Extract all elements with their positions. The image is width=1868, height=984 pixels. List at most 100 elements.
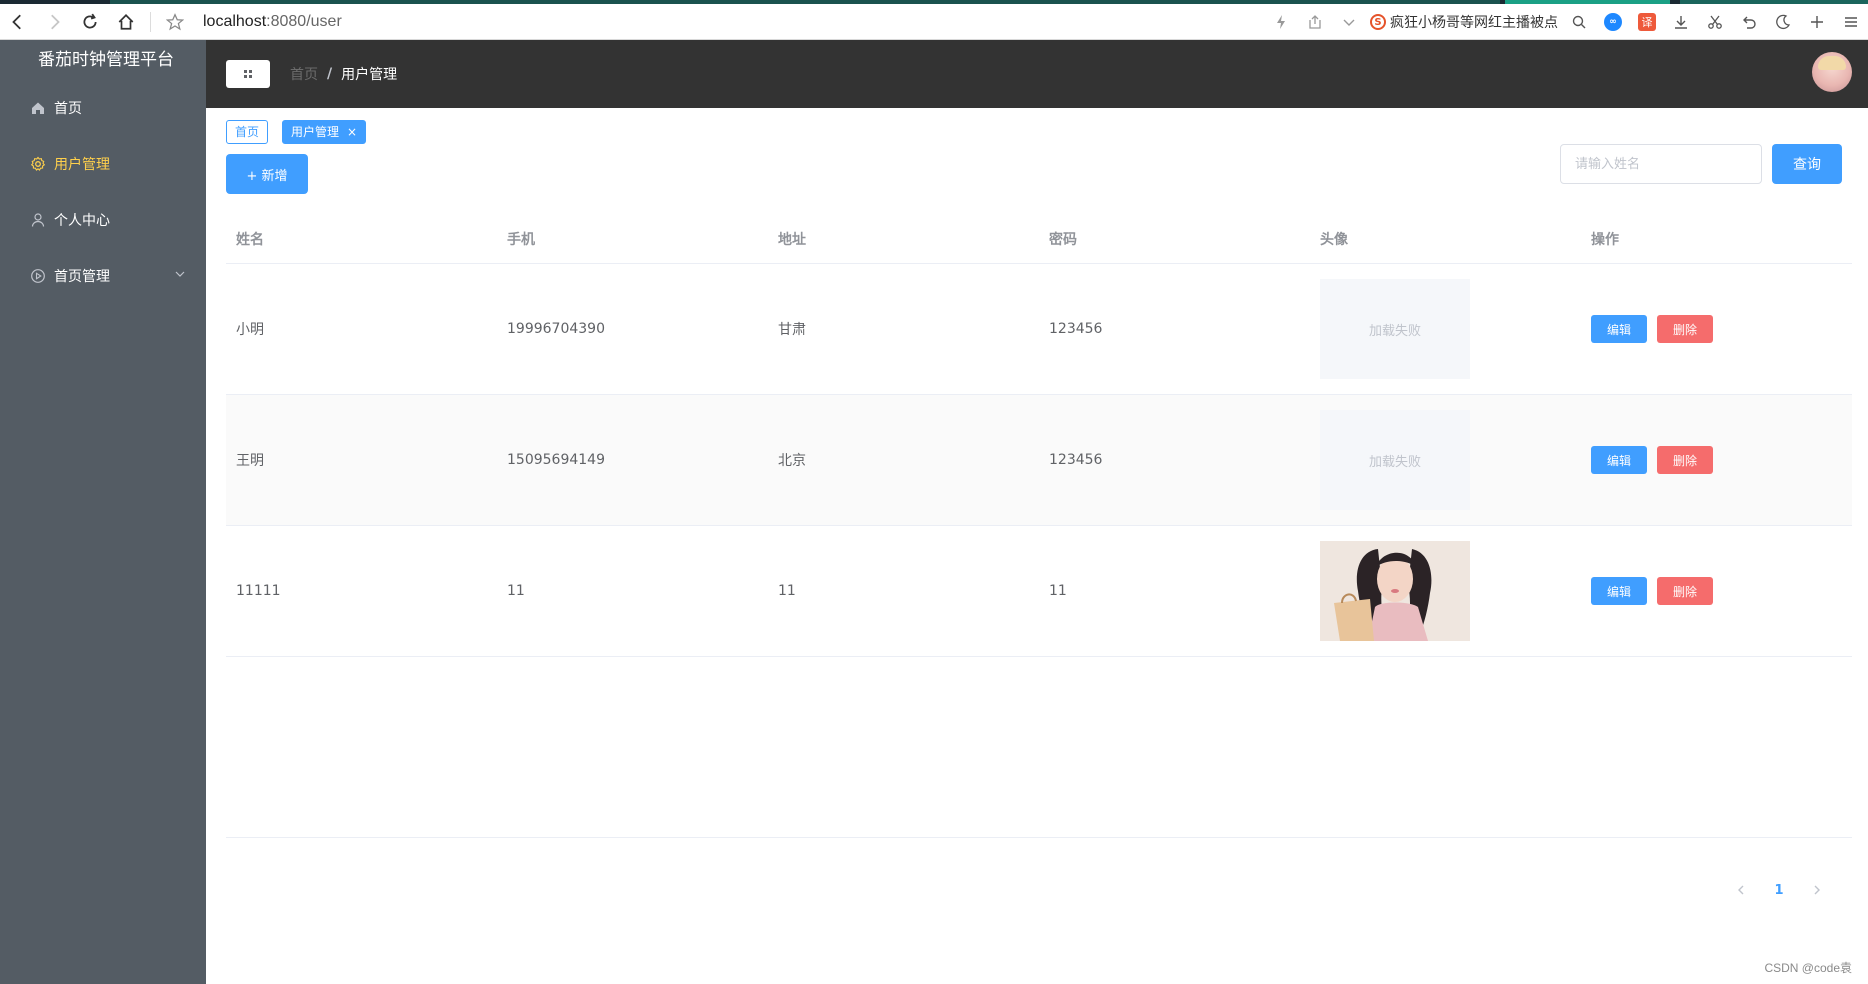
cell-address: 北京 bbox=[778, 453, 806, 469]
table-row: 王明 15095694149 北京 123456 加载失败 编辑 删除 bbox=[226, 395, 1852, 526]
sidebar: 番茄时钟管理平台 首页 用户管理 个人中心 首页管理 bbox=[0, 40, 206, 984]
sidebar-item-label: 个人中心 bbox=[54, 213, 110, 229]
tag-user-management[interactable]: 用户管理 × bbox=[282, 120, 367, 144]
home-icon[interactable] bbox=[108, 4, 144, 40]
play-circle-icon bbox=[30, 268, 46, 284]
cell-name: 王明 bbox=[236, 453, 264, 469]
delete-button[interactable]: 删除 bbox=[1657, 577, 1713, 605]
watermark: CSDN @code袁 bbox=[1764, 961, 1852, 975]
next-page-icon[interactable] bbox=[1798, 876, 1836, 904]
browser-right-tools: S 疯狂小杨哥等网红主播被点 ∞ 译 bbox=[1264, 4, 1868, 40]
column-header-phone: 手机 bbox=[507, 231, 535, 248]
column-header-avatar: 头像 bbox=[1320, 231, 1348, 248]
tag-home-label: 首页 bbox=[235, 125, 260, 139]
tag-home[interactable]: 首页 bbox=[226, 120, 269, 144]
user-table: 姓名 手机 地址 密码 头像 操作 小明 19996704390 甘肃 1234… bbox=[226, 214, 1852, 657]
table-bottom-border bbox=[226, 837, 1852, 838]
cell-avatar bbox=[1310, 541, 1581, 641]
address-bar[interactable]: localhost:8080/user bbox=[203, 13, 342, 31]
reload-icon[interactable] bbox=[72, 4, 108, 40]
tags-view: 首页 用户管理 × bbox=[226, 120, 367, 144]
user-icon bbox=[30, 212, 46, 228]
gear-icon bbox=[30, 156, 46, 172]
url-host: localhost bbox=[203, 12, 267, 30]
extension-infinity-icon[interactable]: ∞ bbox=[1596, 4, 1630, 40]
lightning-icon[interactable] bbox=[1264, 4, 1298, 40]
column-header-actions: 操作 bbox=[1591, 231, 1619, 248]
cell-password: 123456 bbox=[1049, 452, 1103, 468]
avatar-load-failed: 加载失败 bbox=[1320, 279, 1470, 379]
cell-phone: 15095694149 bbox=[507, 452, 605, 468]
cell-avatar: 加载失败 bbox=[1310, 279, 1581, 379]
edit-button[interactable]: 编辑 bbox=[1591, 446, 1647, 474]
add-button[interactable]: + 新增 bbox=[226, 154, 308, 194]
avatar[interactable] bbox=[1812, 52, 1852, 92]
grid-icon bbox=[244, 70, 252, 78]
moon-icon[interactable] bbox=[1766, 4, 1800, 40]
cell-password: 11 bbox=[1049, 583, 1067, 599]
sidebar-item-label: 用户管理 bbox=[54, 157, 110, 173]
search-snippet-text: 疯狂小杨哥等网红主播被点 bbox=[1390, 15, 1558, 31]
breadcrumb: 首页 / 用户管理 bbox=[290, 64, 397, 84]
cell-name: 小明 bbox=[236, 322, 264, 338]
query-button[interactable]: 查询 bbox=[1772, 144, 1842, 184]
page-number[interactable]: 1 bbox=[1760, 876, 1798, 904]
infinity-glyph: ∞ bbox=[1604, 13, 1622, 31]
delete-button[interactable]: 删除 bbox=[1657, 446, 1713, 474]
cell-avatar: 加载失败 bbox=[1310, 410, 1581, 510]
cell-phone: 11 bbox=[507, 583, 525, 599]
star-icon[interactable] bbox=[157, 4, 193, 40]
url-path: :8080/user bbox=[266, 12, 342, 30]
tag-current-label: 用户管理 bbox=[291, 125, 340, 139]
cell-address: 甘肃 bbox=[778, 322, 806, 338]
table-row: 11111 11 11 11 编辑 删除 bbox=[226, 526, 1852, 657]
sidebar-item-label: 首页管理 bbox=[54, 269, 110, 285]
breadcrumb-current: 用户管理 bbox=[341, 67, 398, 83]
column-header-address: 地址 bbox=[778, 231, 806, 248]
sogou-icon: S bbox=[1370, 14, 1386, 30]
back-icon[interactable] bbox=[0, 4, 36, 40]
search-icon[interactable] bbox=[1562, 4, 1596, 40]
table-header: 姓名 手机 地址 密码 头像 操作 bbox=[226, 214, 1852, 264]
close-icon[interactable]: × bbox=[347, 121, 357, 143]
avatar-image bbox=[1320, 541, 1470, 641]
search-input[interactable] bbox=[1560, 144, 1762, 184]
forward-icon[interactable] bbox=[36, 4, 72, 40]
column-header-password: 密码 bbox=[1049, 231, 1077, 248]
translate-glyph: 译 bbox=[1638, 13, 1656, 31]
chevron-down-icon[interactable] bbox=[174, 268, 186, 280]
cell-actions: 编辑 删除 bbox=[1581, 577, 1852, 605]
sidebar-item-home[interactable]: 首页 bbox=[0, 80, 206, 136]
edit-button[interactable]: 编辑 bbox=[1591, 315, 1647, 343]
top-header: 首页 / 用户管理 bbox=[206, 40, 1868, 108]
breadcrumb-separator: / bbox=[327, 66, 333, 82]
scissors-icon[interactable] bbox=[1698, 4, 1732, 40]
cell-phone: 19996704390 bbox=[507, 321, 605, 337]
app-title: 番茄时钟管理平台 bbox=[38, 50, 174, 70]
avatar-load-failed: 加载失败 bbox=[1320, 410, 1470, 510]
delete-button[interactable]: 删除 bbox=[1657, 315, 1713, 343]
undo-icon[interactable] bbox=[1732, 4, 1766, 40]
share-icon[interactable] bbox=[1298, 4, 1332, 40]
column-header-name: 姓名 bbox=[236, 231, 264, 248]
chevron-down-icon[interactable] bbox=[1332, 4, 1366, 40]
breadcrumb-home[interactable]: 首页 bbox=[290, 64, 318, 84]
prev-page-icon[interactable] bbox=[1722, 876, 1760, 904]
collapse-menu-button[interactable] bbox=[226, 60, 270, 88]
cell-actions: 编辑 删除 bbox=[1581, 446, 1852, 474]
table-row: 小明 19996704390 甘肃 123456 加载失败 编辑 删除 bbox=[226, 264, 1852, 395]
cell-actions: 编辑 删除 bbox=[1581, 315, 1852, 343]
search-engine-box[interactable]: S 疯狂小杨哥等网红主播被点 bbox=[1370, 12, 1558, 32]
translate-icon[interactable]: 译 bbox=[1630, 4, 1664, 40]
hamburger-menu-icon[interactable] bbox=[1834, 4, 1868, 40]
sidebar-item-label: 首页 bbox=[54, 101, 82, 117]
sidebar-item-user-management[interactable]: 用户管理 bbox=[0, 136, 206, 192]
cell-password: 123456 bbox=[1049, 321, 1103, 337]
edit-button[interactable]: 编辑 bbox=[1591, 577, 1647, 605]
sidebar-item-home-management[interactable]: 首页管理 bbox=[0, 248, 206, 304]
new-tab-plus-icon[interactable] bbox=[1800, 4, 1834, 40]
toolbar-divider bbox=[150, 11, 151, 32]
cell-address: 11 bbox=[778, 583, 796, 599]
download-icon[interactable] bbox=[1664, 4, 1698, 40]
sidebar-item-personal-center[interactable]: 个人中心 bbox=[0, 192, 206, 248]
